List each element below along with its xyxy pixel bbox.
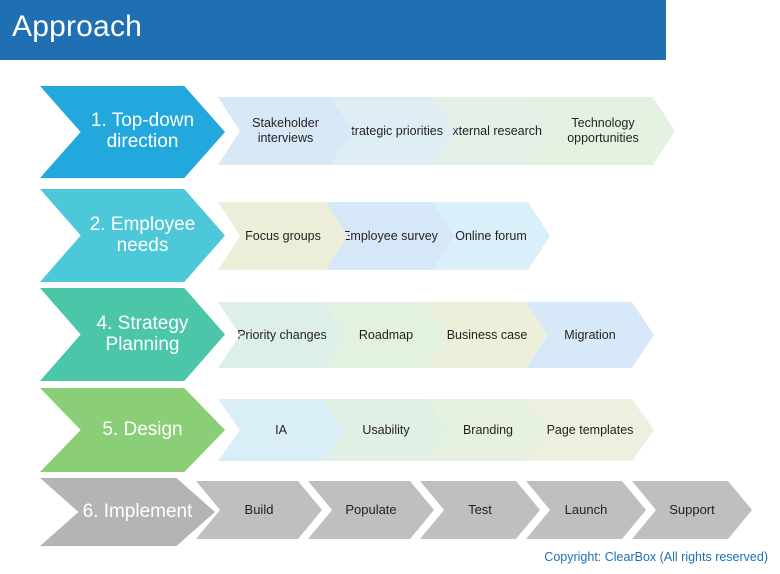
process-step-label: Roadmap xyxy=(358,327,414,342)
process-step-label: Build xyxy=(244,502,274,518)
process-step[interactable]: Launch xyxy=(526,481,646,539)
process-stage[interactable]: 5. Design xyxy=(40,388,225,472)
process-stage-label: 1. Top-down direction xyxy=(90,110,195,152)
page-title: Approach xyxy=(12,10,143,43)
process-row: IA Usability Branding Page templates 5. Desi… xyxy=(0,388,780,472)
process-step[interactable]: Test xyxy=(420,481,540,539)
copyright-notice: Copyright: ClearBox (All rights reserved… xyxy=(544,550,768,564)
process-step-band: Stakeholder interviews Strategic prioriti… xyxy=(218,97,675,165)
process-step-label: Online forum xyxy=(455,228,527,243)
process-step-label: Priority changes xyxy=(237,327,327,342)
process-step[interactable]: Stakeholder interviews xyxy=(218,97,353,165)
process-row: Focus groups Employee survey Online forum 2… xyxy=(0,189,780,282)
process-stage[interactable]: 2. Employee needs xyxy=(40,189,225,282)
process-stage[interactable]: 6. Implement xyxy=(40,478,215,546)
process-step-label: Branding xyxy=(462,422,514,437)
process-step-label: Page templates xyxy=(546,422,634,437)
process-step[interactable]: Support xyxy=(632,481,752,539)
process-step[interactable]: Build xyxy=(196,481,322,539)
process-stage-label: 2. Employee needs xyxy=(89,213,196,256)
process-step-label: IA xyxy=(275,422,287,437)
process-step-label: Launch xyxy=(564,502,608,518)
process-row: Stakeholder interviews Strategic prioriti… xyxy=(0,86,780,178)
process-step-label: Strategic priorities xyxy=(342,123,444,138)
process-step-label: Employee survey xyxy=(342,228,438,243)
process-row: Build Populate Test Launch Support 6. Impleme… xyxy=(0,478,780,546)
process-step-band: Build Populate Test Launch Support xyxy=(196,481,752,539)
process-step-label: Business case xyxy=(446,327,528,342)
process-stage-label: 5. Design xyxy=(102,418,183,440)
process-step[interactable]: Populate xyxy=(308,481,434,539)
process-step-label: Migration xyxy=(564,327,616,342)
process-stage[interactable]: 1. Top-down direction xyxy=(40,86,225,178)
process-step[interactable]: Focus groups xyxy=(218,202,348,270)
process-step-band: IA Usability Branding Page templates xyxy=(218,399,654,461)
process-step[interactable]: Priority changes xyxy=(218,302,346,368)
title-bar: Approach xyxy=(0,0,666,60)
process-step-label: Focus groups xyxy=(245,228,321,243)
process-stage-label: 4. Strategy Planning xyxy=(96,312,189,355)
process-stage[interactable]: 4. Strategy Planning xyxy=(40,288,225,381)
process-row: Priority changes Roadmap Business case Migr… xyxy=(0,288,780,381)
process-stage-label: 6. Implement xyxy=(82,500,193,522)
process-step-band: Focus groups Employee survey Online forum xyxy=(218,202,550,270)
process-step-label: Usability xyxy=(362,422,410,437)
process-step-band: Priority changes Roadmap Business case Migr… xyxy=(218,302,654,368)
process-step-label: Test xyxy=(468,502,492,518)
process-step-label: Stakeholder interviews xyxy=(252,116,319,145)
process-step-label: Populate xyxy=(345,502,397,518)
process-step-label: Support xyxy=(669,502,715,518)
process-step[interactable]: IA xyxy=(218,399,344,461)
